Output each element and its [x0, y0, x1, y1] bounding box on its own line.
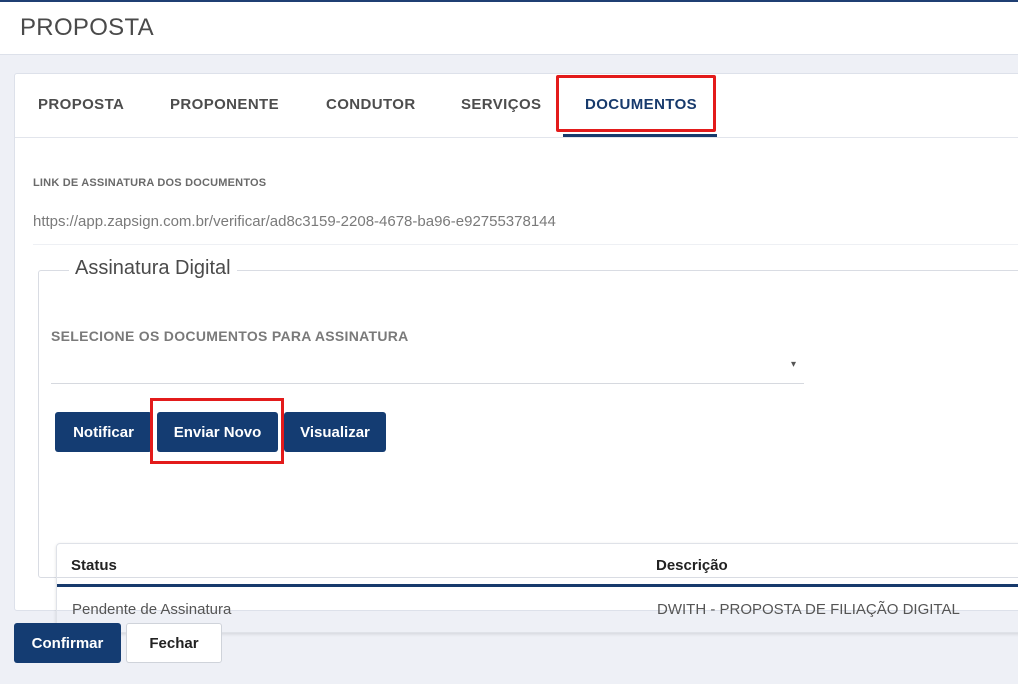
documents-table: Status Descrição Pendente de Assinatura … [56, 543, 1018, 633]
status-cell: Pendente de Assinatura [72, 601, 232, 618]
tab-highlight-box [556, 75, 716, 132]
signature-link-value: https://app.zapsign.com.br/verificar/ad8… [33, 213, 556, 230]
documents-select-label: SELECIONE OS DOCUMENTOS PARA ASSINATURA [51, 328, 409, 344]
description-cell: DWITH - PROPOSTA DE FILIAÇÃO DIGITAL [657, 601, 960, 618]
send-new-highlight-box [150, 398, 284, 464]
documents-select[interactable]: ▾ [51, 349, 804, 384]
tab-proposta[interactable]: PROPOSTA [38, 96, 124, 113]
confirm-button[interactable]: Confirmar [14, 623, 121, 663]
proposal-card: PROPOSTA PROPONENTE CONDUTOR SERVIÇOS DO… [14, 73, 1018, 633]
notify-button[interactable]: Notificar [55, 412, 152, 452]
active-tab-indicator [563, 134, 717, 137]
chevron-down-icon: ▾ [790, 359, 796, 370]
view-button[interactable]: Visualizar [284, 412, 386, 452]
page-header: PROPOSTA [0, 2, 1018, 55]
tab-condutor[interactable]: CONDUTOR [326, 96, 416, 113]
table-header-row: Status Descrição [57, 544, 1018, 587]
tab-proponente[interactable]: PROPONENTE [170, 96, 279, 113]
tab-servicos[interactable]: SERVIÇOS [461, 96, 541, 113]
column-header-description: Descrição [656, 557, 728, 574]
divider [33, 244, 1018, 245]
signature-link-label: LINK DE ASSINATURA DOS DOCUMENTOS [33, 177, 267, 189]
fieldset-legend: Assinatura Digital [69, 257, 237, 280]
column-header-status: Status [71, 557, 117, 574]
close-button[interactable]: Fechar [126, 623, 222, 663]
tab-bar: PROPOSTA PROPONENTE CONDUTOR SERVIÇOS DO… [15, 74, 1018, 138]
page-title: PROPOSTA [20, 14, 154, 41]
